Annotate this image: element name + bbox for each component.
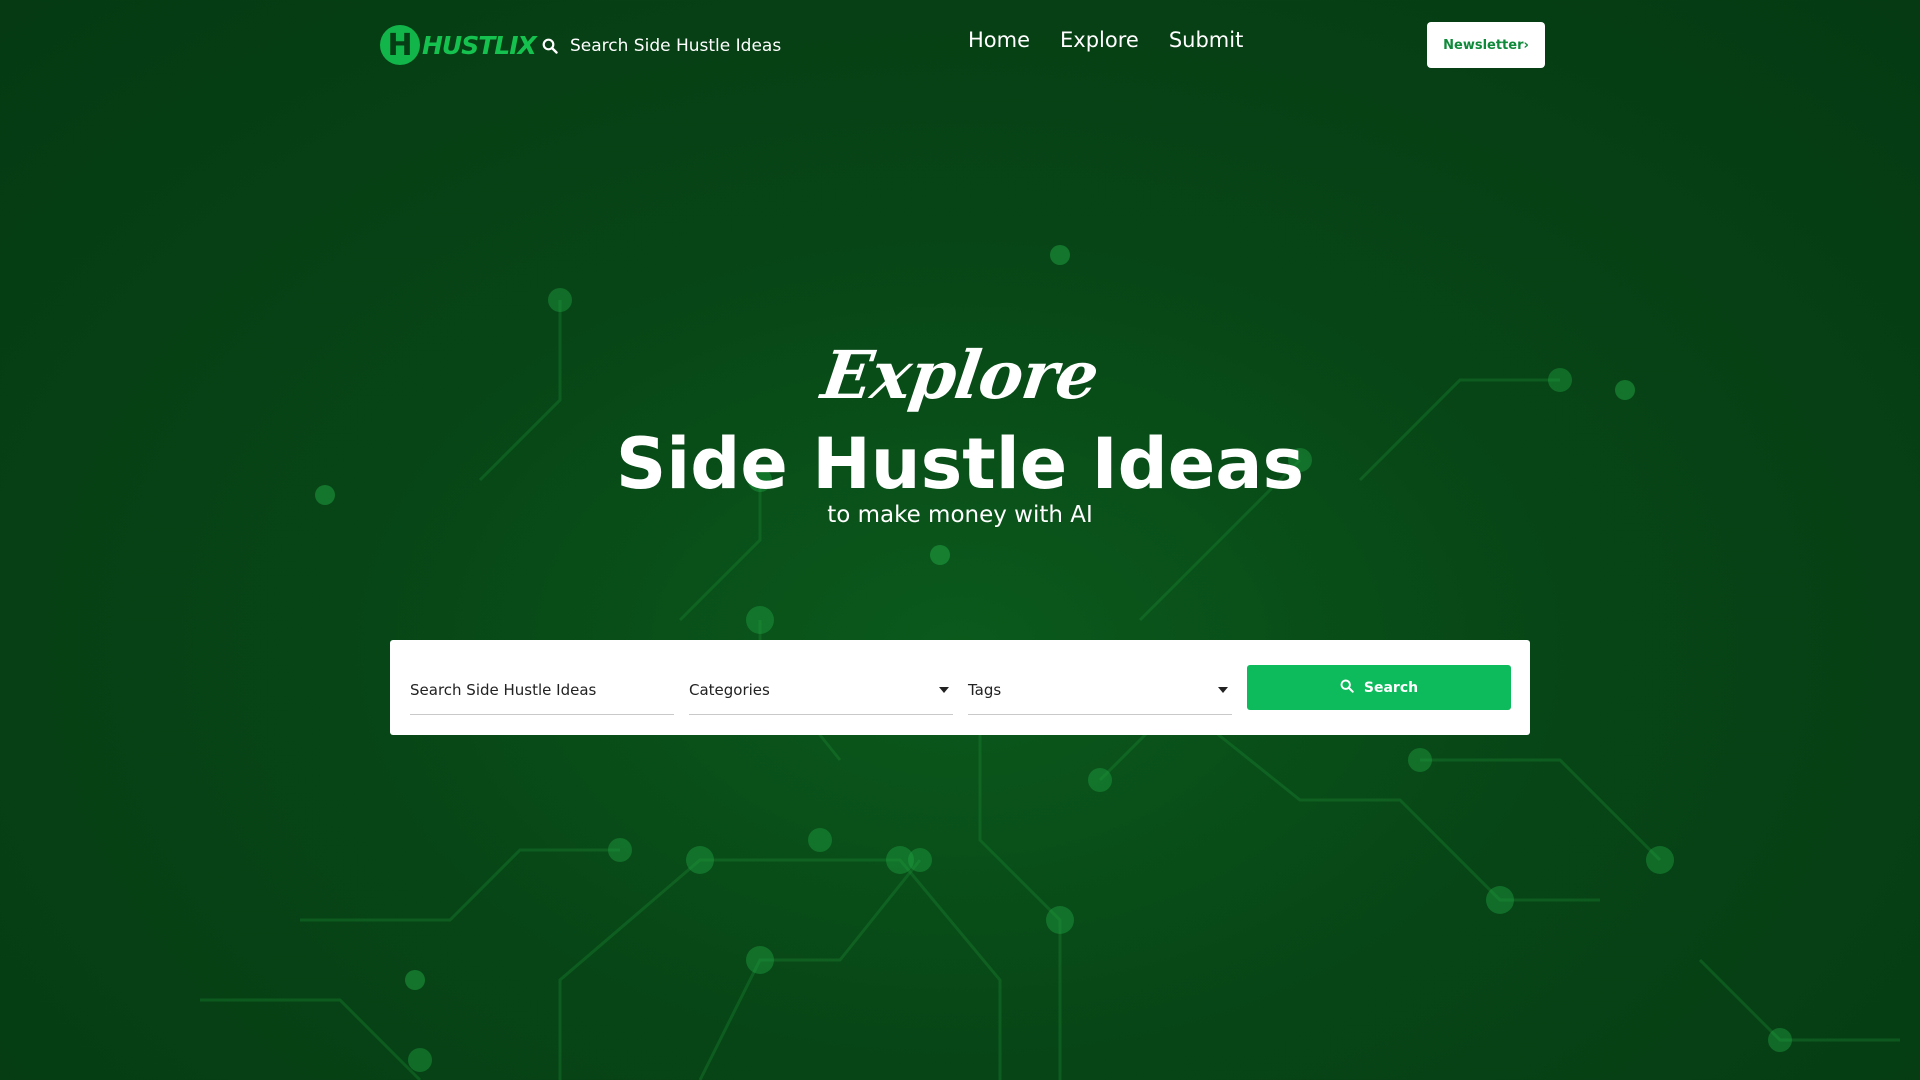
- search-input[interactable]: [410, 680, 674, 699]
- search-panel: Categories Tags Search: [390, 640, 1530, 735]
- nav-home[interactable]: Home: [968, 28, 1030, 52]
- nav-submit[interactable]: Submit: [1169, 28, 1244, 52]
- categories-label: Categories: [689, 680, 770, 699]
- search-icon: [542, 38, 558, 54]
- categories-select[interactable]: Categories: [689, 665, 953, 715]
- caret-down-icon: [939, 687, 949, 693]
- circuit-background: [200, 245, 1900, 1080]
- header-search-text[interactable]: Search Side Hustle Ideas: [570, 36, 781, 56]
- tags-select[interactable]: Tags: [968, 665, 1232, 715]
- header-search[interactable]: Search Side Hustle Ideas: [542, 32, 781, 60]
- tags-label: Tags: [968, 680, 1002, 699]
- site-header: H HUSTLIX Search Side Hustle Ideas Home …: [0, 0, 1920, 90]
- search-button-label: Search: [1363, 679, 1419, 696]
- main-nav: Home Explore Submit: [968, 28, 1243, 52]
- nav-explore[interactable]: Explore: [1060, 28, 1139, 52]
- hero-title: Side Hustle Ideas: [615, 423, 1305, 505]
- search-icon: [1340, 679, 1354, 697]
- caret-down-icon: [1218, 687, 1228, 693]
- hero-section: Explore Side Hustle Ideas to make money …: [0, 330, 1920, 528]
- newsletter-button[interactable]: Newsletter›: [1427, 22, 1545, 68]
- search-button[interactable]: Search: [1247, 665, 1511, 710]
- hero-script-title: Explore: [817, 336, 1103, 414]
- logo-text: HUSTLIX: [422, 30, 537, 60]
- search-field: [410, 665, 674, 715]
- logo-mark-icon: H: [380, 25, 420, 65]
- hero-subtitle: to make money with AI: [827, 502, 1093, 528]
- hustlix-logo[interactable]: H HUSTLIX: [380, 24, 537, 66]
